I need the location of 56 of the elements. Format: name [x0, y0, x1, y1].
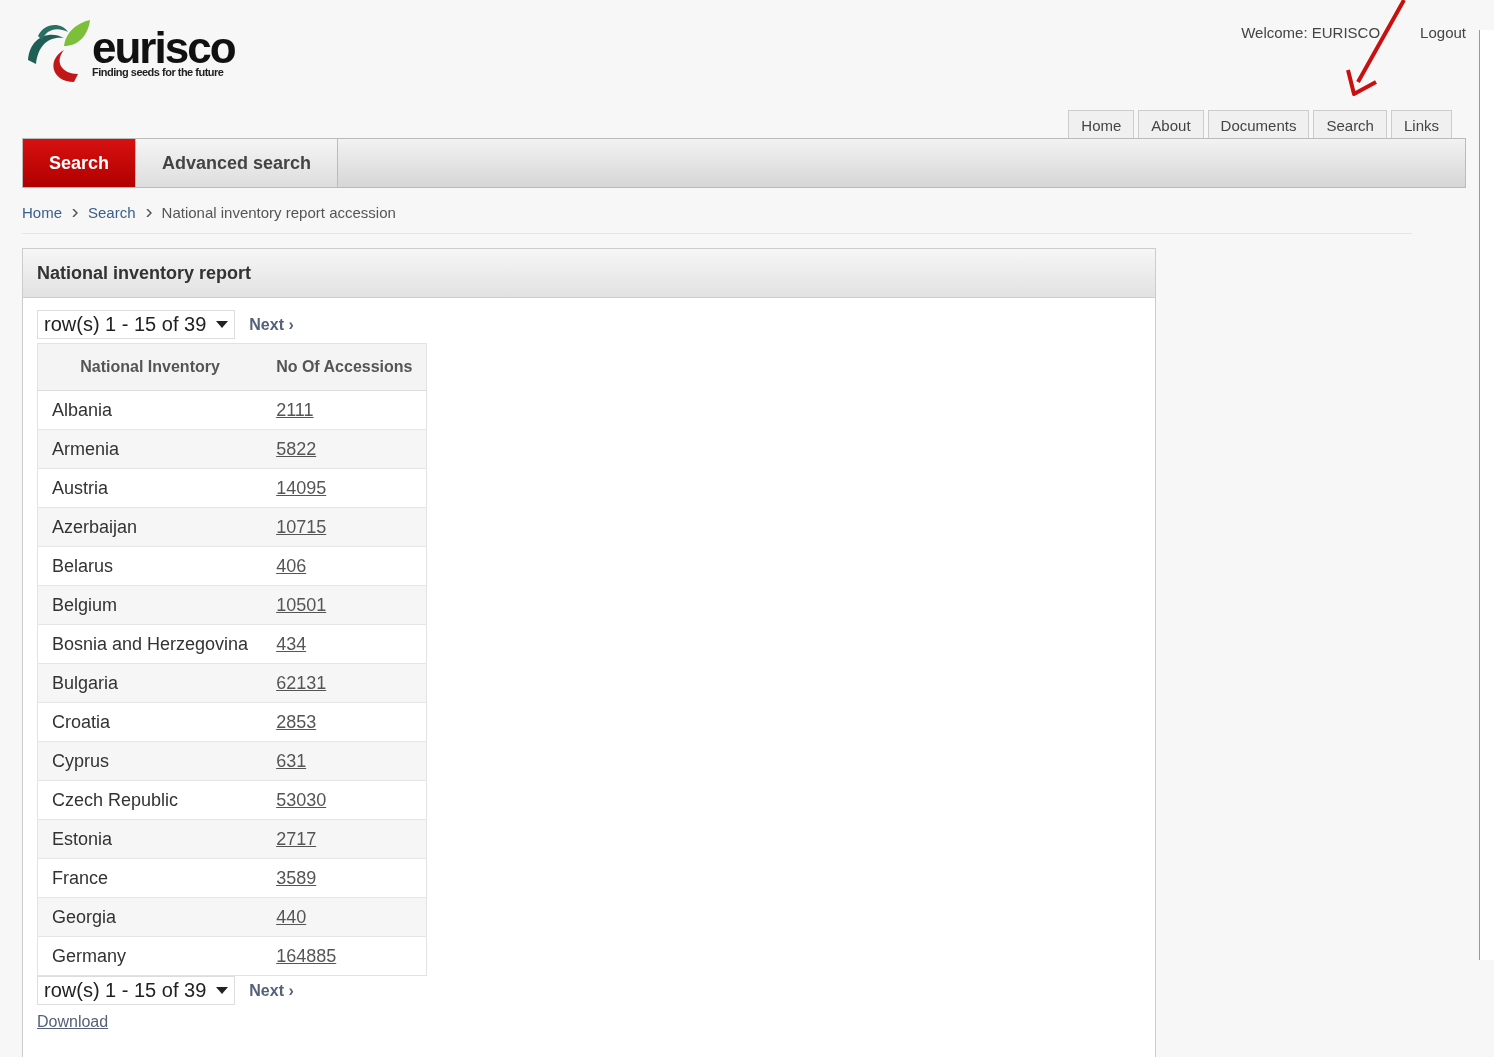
logout-link[interactable]: Logout	[1420, 24, 1466, 41]
search-tab[interactable]: Search	[23, 139, 137, 187]
accessions-link[interactable]: 631	[276, 750, 307, 771]
caret-icon	[216, 987, 229, 994]
panel-title: National inventory report	[37, 262, 252, 284]
caret-icon	[216, 321, 229, 328]
accessions-link[interactable]: 14095	[276, 477, 327, 498]
table-cell: France	[37, 858, 263, 898]
accessions-link[interactable]: 5822	[276, 438, 317, 459]
accessions-link[interactable]: 2717	[276, 828, 317, 849]
accessions-link[interactable]: 3589	[276, 867, 317, 888]
chevron-icon	[72, 208, 78, 217]
nav-tab[interactable]: Search	[1313, 110, 1387, 138]
table-cell: Germany	[37, 936, 263, 976]
table-cell: Czech Republic	[37, 780, 263, 820]
accessions-link[interactable]: 53030	[276, 789, 327, 810]
table-cell: Belgium	[37, 585, 263, 625]
rows-dropdown[interactable]: row(s) 1 - 15 of 39	[37, 976, 236, 1005]
rows-dropdown[interactable]: row(s) 1 - 15 of 39	[37, 310, 236, 339]
column-header: National Inventory	[37, 343, 263, 391]
chevron-icon	[145, 208, 152, 217]
table-cell: Georgia	[37, 897, 263, 937]
table-cell: Austria	[37, 468, 263, 508]
next-link[interactable]: Next ›	[249, 315, 294, 334]
current-page-text: National inventory report accession	[161, 204, 396, 221]
accessions-link[interactable]: 406	[276, 555, 307, 576]
accessions-link[interactable]: 440	[276, 906, 307, 927]
nav-tab[interactable]: Links	[1390, 110, 1452, 138]
accessions-link[interactable]: 10501	[276, 594, 327, 615]
next-link[interactable]: Next ›	[249, 981, 294, 1000]
accessions-link[interactable]: 434	[276, 633, 307, 654]
nav-tab[interactable]: About	[1138, 110, 1204, 138]
table-cell: Armenia	[37, 429, 263, 469]
table-cell: Cyprus	[37, 741, 263, 781]
accessions-link[interactable]: 164885	[276, 945, 337, 966]
table-cell: Azerbaijan	[37, 507, 263, 547]
table-cell: Bulgaria	[37, 663, 263, 703]
table-cell: Belarus	[37, 546, 263, 586]
breadcrumb-link[interactable]: Home	[22, 204, 62, 221]
table-cell: Croatia	[37, 702, 263, 742]
table-cell: Bosnia and Herzegovina	[37, 624, 263, 664]
column-header: No Of Accessions	[262, 343, 427, 391]
logo-tagline: Finding seeds for the future	[92, 66, 225, 78]
accessions-link[interactable]: 2111	[276, 399, 314, 420]
search-tab[interactable]: Advanced search	[136, 139, 339, 187]
nav-tab[interactable]: Documents	[1207, 110, 1310, 138]
nav-tab[interactable]: Home	[1068, 110, 1135, 138]
breadcrumb-link[interactable]: Search	[88, 204, 136, 221]
welcome-text: Welcome: EURISCO	[1241, 24, 1381, 41]
accessions-link[interactable]: 10715	[276, 516, 327, 537]
logo-text: eurisco	[92, 30, 235, 66]
table-cell: Estonia	[37, 819, 263, 859]
accessions-link[interactable]: 2853	[276, 711, 317, 732]
download-link[interactable]: Download	[37, 1013, 109, 1031]
accessions-link[interactable]: 62131	[276, 672, 327, 693]
table-cell: Albania	[37, 390, 263, 430]
